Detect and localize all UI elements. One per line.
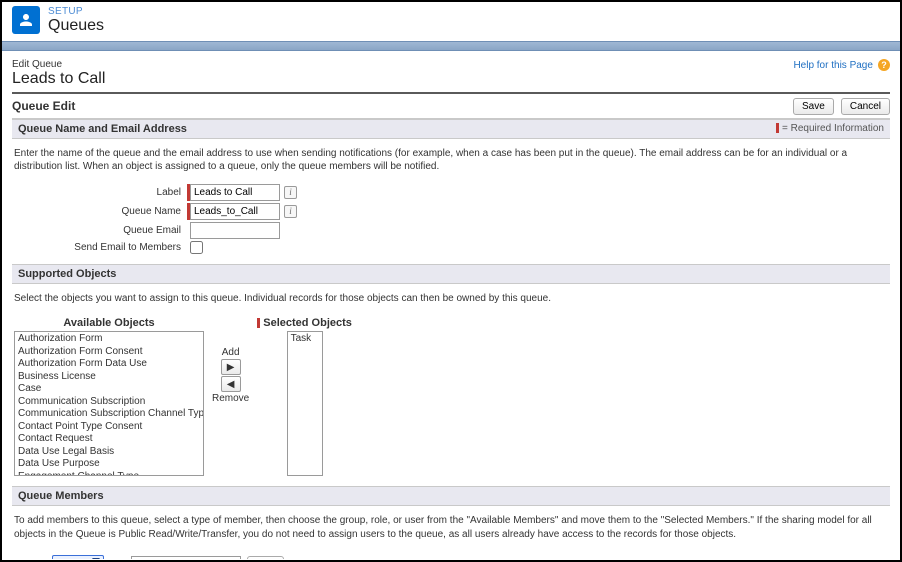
help-link[interactable]: Help for this Page (793, 60, 873, 71)
list-item[interactable]: Contact Request (18, 433, 200, 446)
search-for-input[interactable] (131, 556, 241, 559)
cancel-button[interactable]: Cancel (841, 98, 890, 115)
list-item[interactable]: Task (291, 333, 319, 346)
remove-button[interactable]: ◀ (221, 376, 241, 392)
queue-name-input[interactable] (190, 203, 280, 220)
help-link-wrap[interactable]: Help for this Page ? (793, 59, 890, 71)
user-icon (12, 6, 40, 34)
list-item[interactable]: Communication Subscription (18, 396, 200, 409)
save-button[interactable]: Save (793, 98, 834, 115)
queue-email-input[interactable] (190, 222, 280, 239)
list-item[interactable]: Engagement Channel Type (18, 471, 200, 477)
list-item[interactable]: Authorization Form (18, 333, 200, 346)
list-item[interactable]: Data Use Purpose (18, 458, 200, 471)
list-item[interactable]: Data Use Legal Basis (18, 446, 200, 459)
separator-band (2, 41, 900, 51)
find-button[interactable]: Find (247, 556, 284, 559)
available-objects-list[interactable]: Authorization FormAuthorization Form Con… (14, 331, 204, 476)
info-icon[interactable]: i (284, 205, 297, 218)
send-email-checkbox[interactable] (190, 241, 203, 254)
selected-objects-list[interactable]: Task (287, 331, 323, 476)
label-input[interactable] (190, 184, 280, 201)
list-item[interactable]: Authorization Form Data Use (18, 358, 200, 371)
send-email-label: Send Email to Members (12, 242, 187, 253)
triangle-right-icon: ▶ (227, 362, 235, 373)
list-item[interactable]: Contact Point Type Consent (18, 421, 200, 434)
setup-label: SETUP (48, 6, 104, 17)
queue-name-label: Queue Name (12, 206, 187, 217)
queue-email-label: Queue Email (12, 225, 187, 236)
required-indicator-icon (257, 318, 260, 328)
remove-label: Remove (212, 393, 249, 404)
app-header: SETUP Queues (2, 2, 900, 41)
add-button[interactable]: ▶ (221, 359, 241, 375)
required-indicator-icon (776, 123, 779, 133)
objects-section-help: Select the objects you want to assign to… (12, 284, 890, 314)
page-title: Queues (48, 17, 104, 35)
add-label: Add (222, 347, 240, 358)
members-section-help: To add members to this queue, select a t… (12, 506, 890, 549)
list-item[interactable]: Communication Subscription Channel Type (18, 408, 200, 421)
available-objects-header: Available Objects (63, 317, 154, 329)
info-icon[interactable]: i (284, 186, 297, 199)
triangle-left-icon: ◀ (227, 379, 235, 390)
search-type-select[interactable]: Users (52, 555, 104, 559)
selected-objects-header: Selected Objects (257, 317, 352, 329)
content-area: Edit Queue Leads to Call Help for this P… (2, 51, 900, 559)
name-section-help: Enter the name of the queue and the emai… (12, 139, 890, 182)
queue-edit-title: Queue Edit (12, 99, 75, 113)
list-item[interactable]: Case (18, 383, 200, 396)
breadcrumb: Edit Queue (12, 59, 105, 70)
list-item[interactable]: Authorization Form Consent (18, 346, 200, 359)
help-icon[interactable]: ? (878, 59, 890, 71)
record-title: Leads to Call (12, 70, 105, 88)
name-section-header: Queue Name and Email Address (18, 123, 187, 135)
label-label: Label (12, 187, 187, 198)
list-item[interactable]: Business License (18, 371, 200, 384)
required-note: = Required Information (776, 123, 884, 134)
members-section-header: Queue Members (18, 490, 104, 502)
objects-section-header: Supported Objects (18, 268, 116, 280)
